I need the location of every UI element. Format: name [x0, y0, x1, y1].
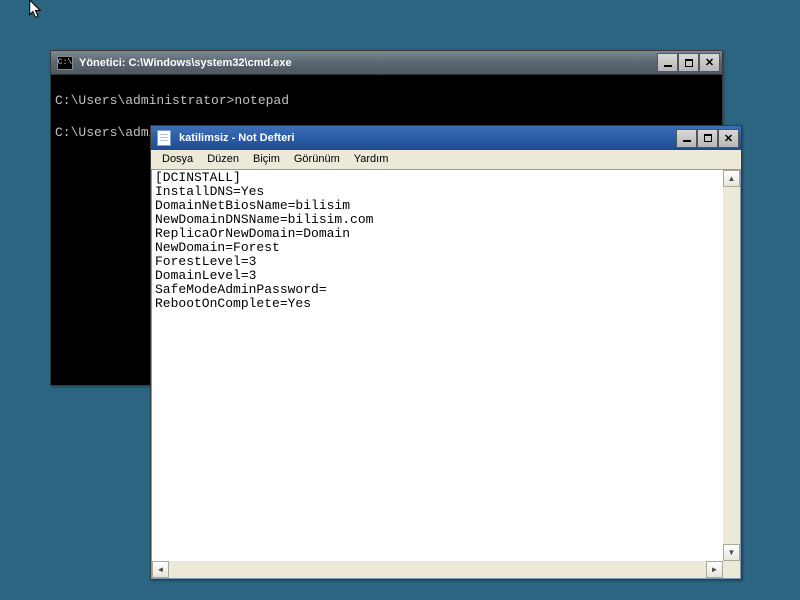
scroll-down-button[interactable]: ▼ [723, 544, 740, 561]
close-icon: ✕ [724, 132, 733, 145]
cmd-titlebar[interactable]: C:\ Yönetici: C:\Windows\system32\cmd.ex… [51, 51, 722, 75]
menu-edit[interactable]: Düzen [200, 152, 246, 169]
cmd-minimize-button[interactable] [657, 53, 678, 72]
minimize-icon [683, 140, 691, 142]
minimize-icon [664, 65, 672, 67]
cmd-title-text: Yönetici: C:\Windows\system32\cmd.exe [77, 57, 657, 69]
close-icon: ✕ [705, 56, 714, 69]
cmd-titlebar-buttons: ✕ [657, 53, 720, 72]
notepad-title-text: katilimsiz - Not Defteri [177, 132, 676, 144]
notepad-textarea[interactable]: [DCINSTALL] InstallDNS=Yes DomainNetBios… [152, 170, 723, 561]
notepad-window: katilimsiz - Not Defteri ✕ Dosya Düzen B… [150, 125, 742, 580]
horizontal-scrollbar[interactable]: ◄ ► [152, 561, 723, 578]
notepad-close-button[interactable]: ✕ [718, 129, 739, 148]
scrollbar-corner [723, 561, 740, 578]
maximize-icon [704, 134, 712, 142]
scroll-up-button[interactable]: ▲ [723, 170, 740, 187]
notepad-icon [157, 130, 173, 146]
cmd-icon: C:\ [57, 56, 73, 70]
mouse-cursor [28, 0, 44, 20]
scroll-right-button[interactable]: ► [706, 561, 723, 578]
menu-format[interactable]: Biçim [246, 152, 287, 169]
menu-help[interactable]: Yardım [347, 152, 396, 169]
notepad-minimize-button[interactable] [676, 129, 697, 148]
notepad-menubar: Dosya Düzen Biçim Görünüm Yardım [151, 150, 741, 169]
notepad-titlebar[interactable]: katilimsiz - Not Defteri ✕ [151, 126, 741, 150]
cmd-close-button[interactable]: ✕ [699, 53, 720, 72]
notepad-content-area: [DCINSTALL] InstallDNS=Yes DomainNetBios… [151, 169, 741, 579]
menu-view[interactable]: Görünüm [287, 152, 347, 169]
maximize-icon [685, 59, 693, 67]
menu-file[interactable]: Dosya [155, 152, 200, 169]
vertical-scrollbar[interactable]: ▲ ▼ [723, 170, 740, 561]
cmd-maximize-button[interactable] [678, 53, 699, 72]
scroll-left-button[interactable]: ◄ [152, 561, 169, 578]
notepad-maximize-button[interactable] [697, 129, 718, 148]
notepad-titlebar-buttons: ✕ [676, 129, 739, 148]
